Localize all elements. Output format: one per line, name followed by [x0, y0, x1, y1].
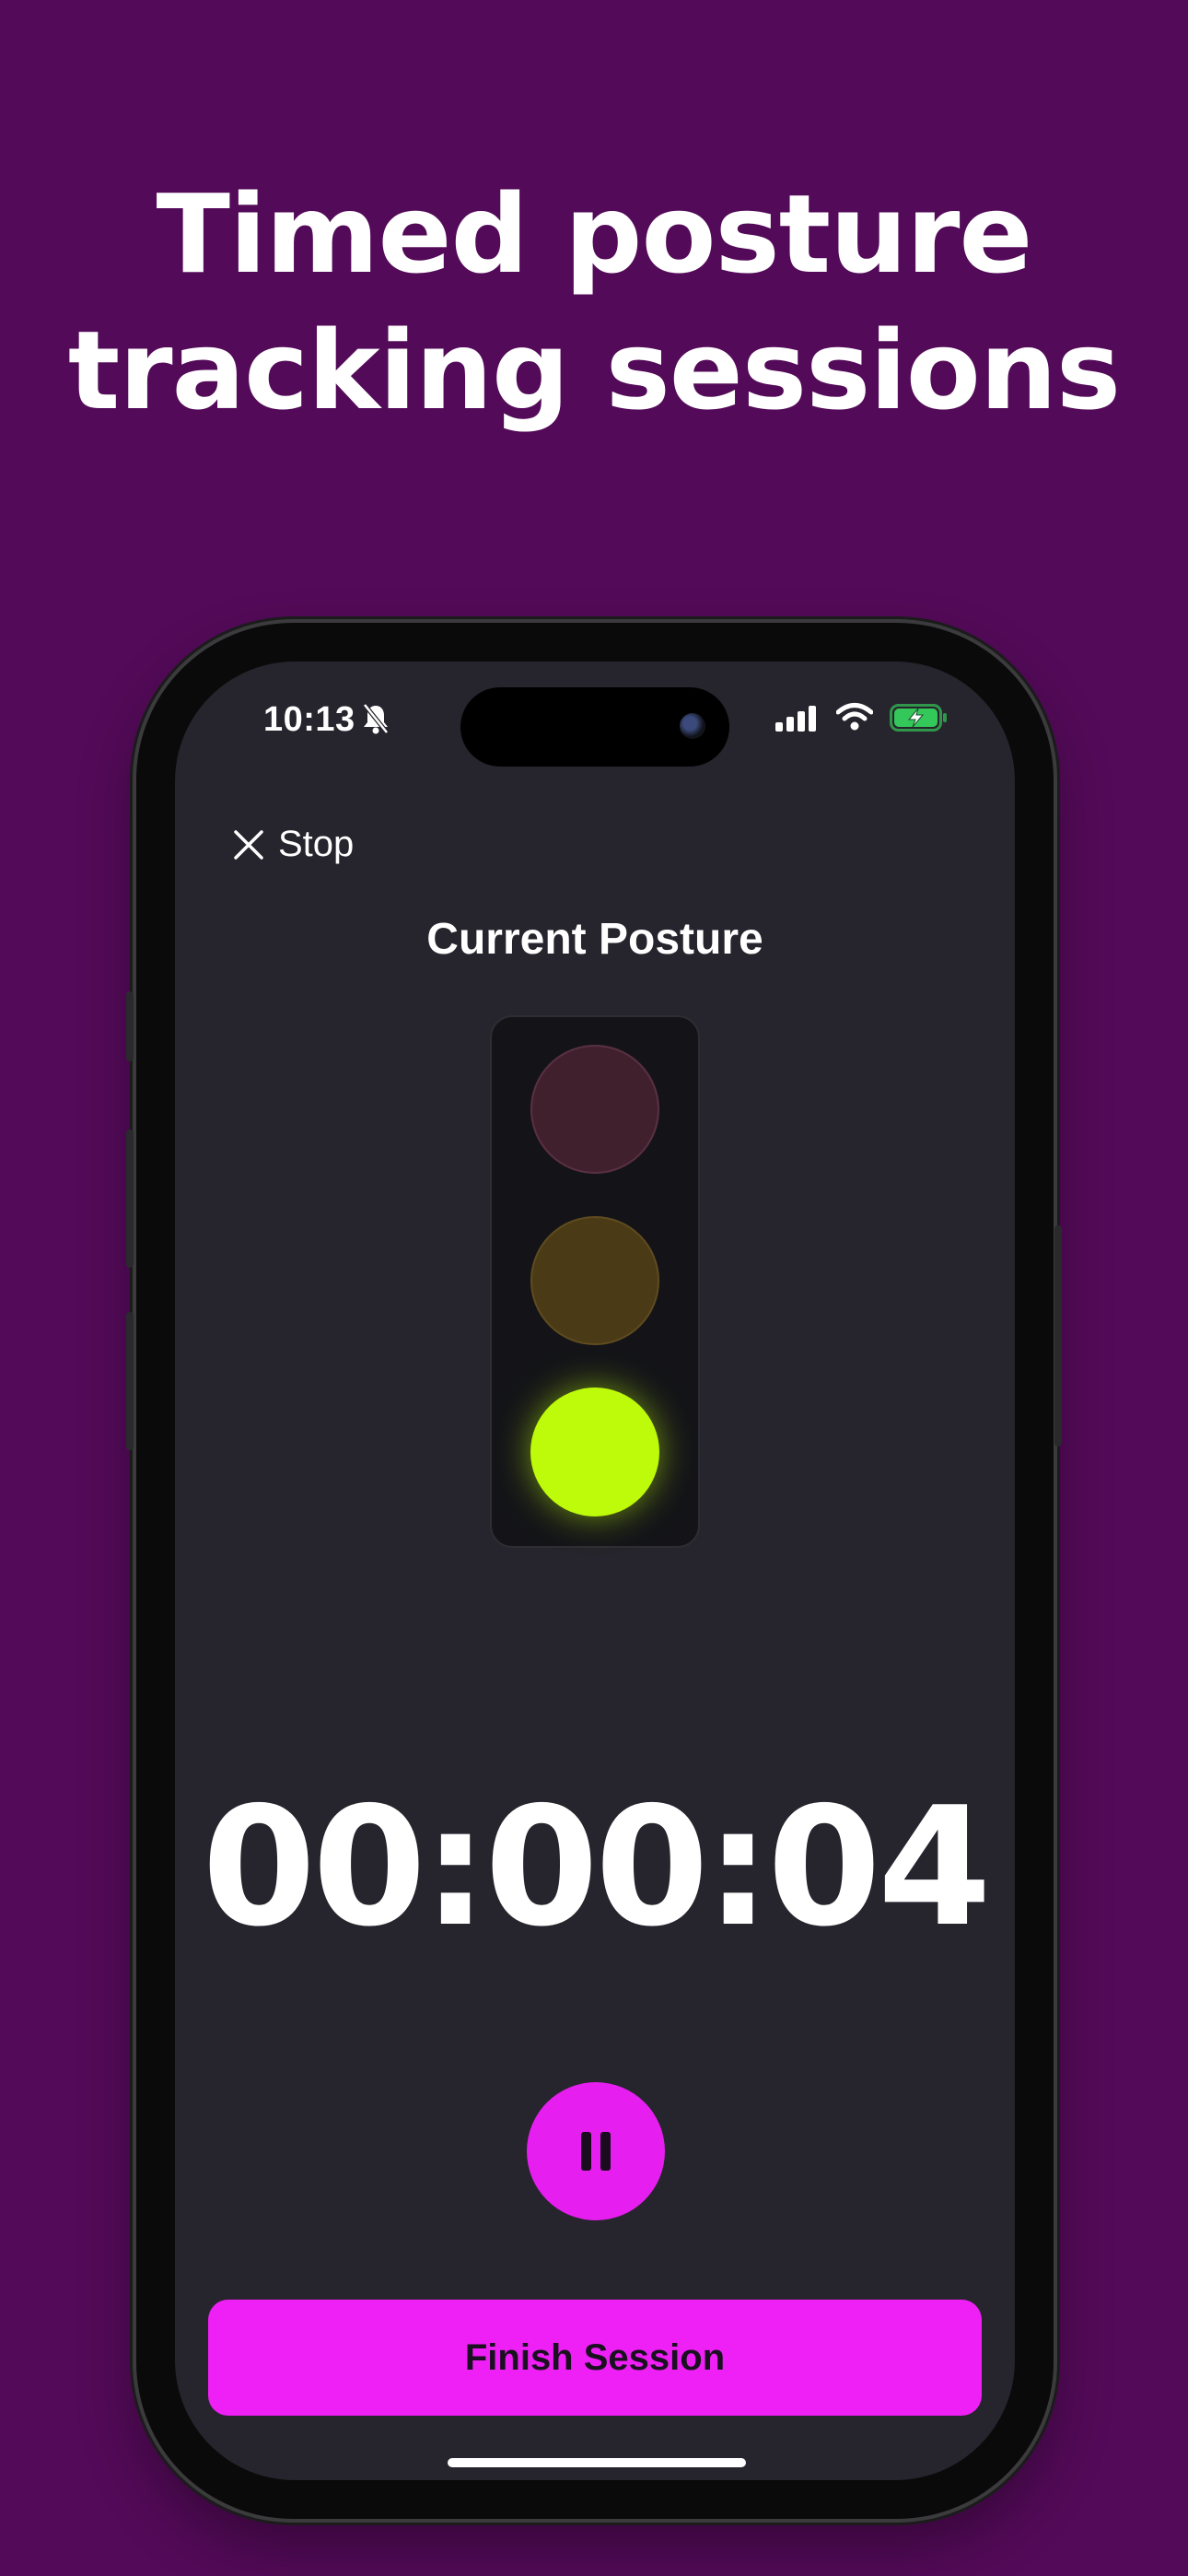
camera-icon: [680, 713, 705, 739]
home-indicator[interactable]: [448, 2458, 746, 2467]
green-light-active: [530, 1388, 659, 1516]
headline-line-2: tracking sessions: [67, 307, 1121, 434]
power-button: [1054, 1225, 1062, 1446]
action-button: [126, 991, 134, 1061]
session-timer: 00:00:04: [202, 1772, 991, 1962]
battery-charging-icon: [890, 704, 949, 736]
volume-up-button: [126, 1130, 134, 1268]
yellow-light: [530, 1216, 659, 1345]
headline: Timed posture tracking sessions: [0, 166, 1188, 439]
posture-traffic-light: [490, 1015, 700, 1548]
pause-icon: [581, 2132, 611, 2171]
close-icon: [234, 829, 263, 860]
signal-icon: [775, 706, 820, 736]
stop-label: Stop: [278, 824, 355, 864]
bell-slash-icon: [361, 702, 390, 740]
pause-button[interactable]: [527, 2082, 665, 2220]
finish-session-button[interactable]: Finish Session: [208, 2300, 982, 2416]
stop-button[interactable]: Stop: [232, 824, 354, 865]
wifi-icon: [835, 702, 874, 736]
current-posture-title: Current Posture: [426, 915, 763, 964]
red-light: [530, 1045, 659, 1174]
volume-down-button: [126, 1312, 134, 1450]
headline-line-1: Timed posture: [156, 170, 1033, 298]
status-time: 10:13: [263, 700, 355, 739]
dynamic-island: [460, 687, 729, 767]
phone-screen: 10:13 Stop Current Posture 00:00:04 Fini…: [175, 662, 1015, 2480]
